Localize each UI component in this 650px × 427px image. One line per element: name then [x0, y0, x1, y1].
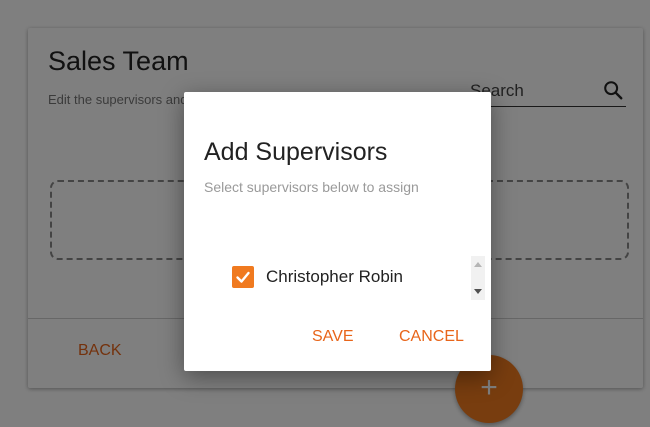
dialog-subtitle: Select supervisors below to assign — [204, 179, 419, 195]
checkmark-icon — [236, 271, 250, 283]
add-supervisors-dialog: Add Supervisors Select supervisors below… — [184, 92, 491, 371]
scroll-up-arrow-icon[interactable] — [474, 262, 482, 267]
dialog-title: Add Supervisors — [204, 138, 388, 166]
supervisor-list: Christopher Robin — [204, 256, 469, 298]
list-item[interactable]: Christopher Robin — [232, 264, 403, 290]
supervisor-name: Christopher Robin — [266, 267, 404, 286]
cancel-button[interactable]: CANCEL — [399, 328, 464, 346]
scroll-down-arrow-icon[interactable] — [474, 289, 482, 294]
list-scrollbar[interactable] — [471, 256, 485, 300]
save-button[interactable]: SAVE — [312, 328, 354, 346]
supervisor-checkbox[interactable] — [232, 266, 254, 288]
